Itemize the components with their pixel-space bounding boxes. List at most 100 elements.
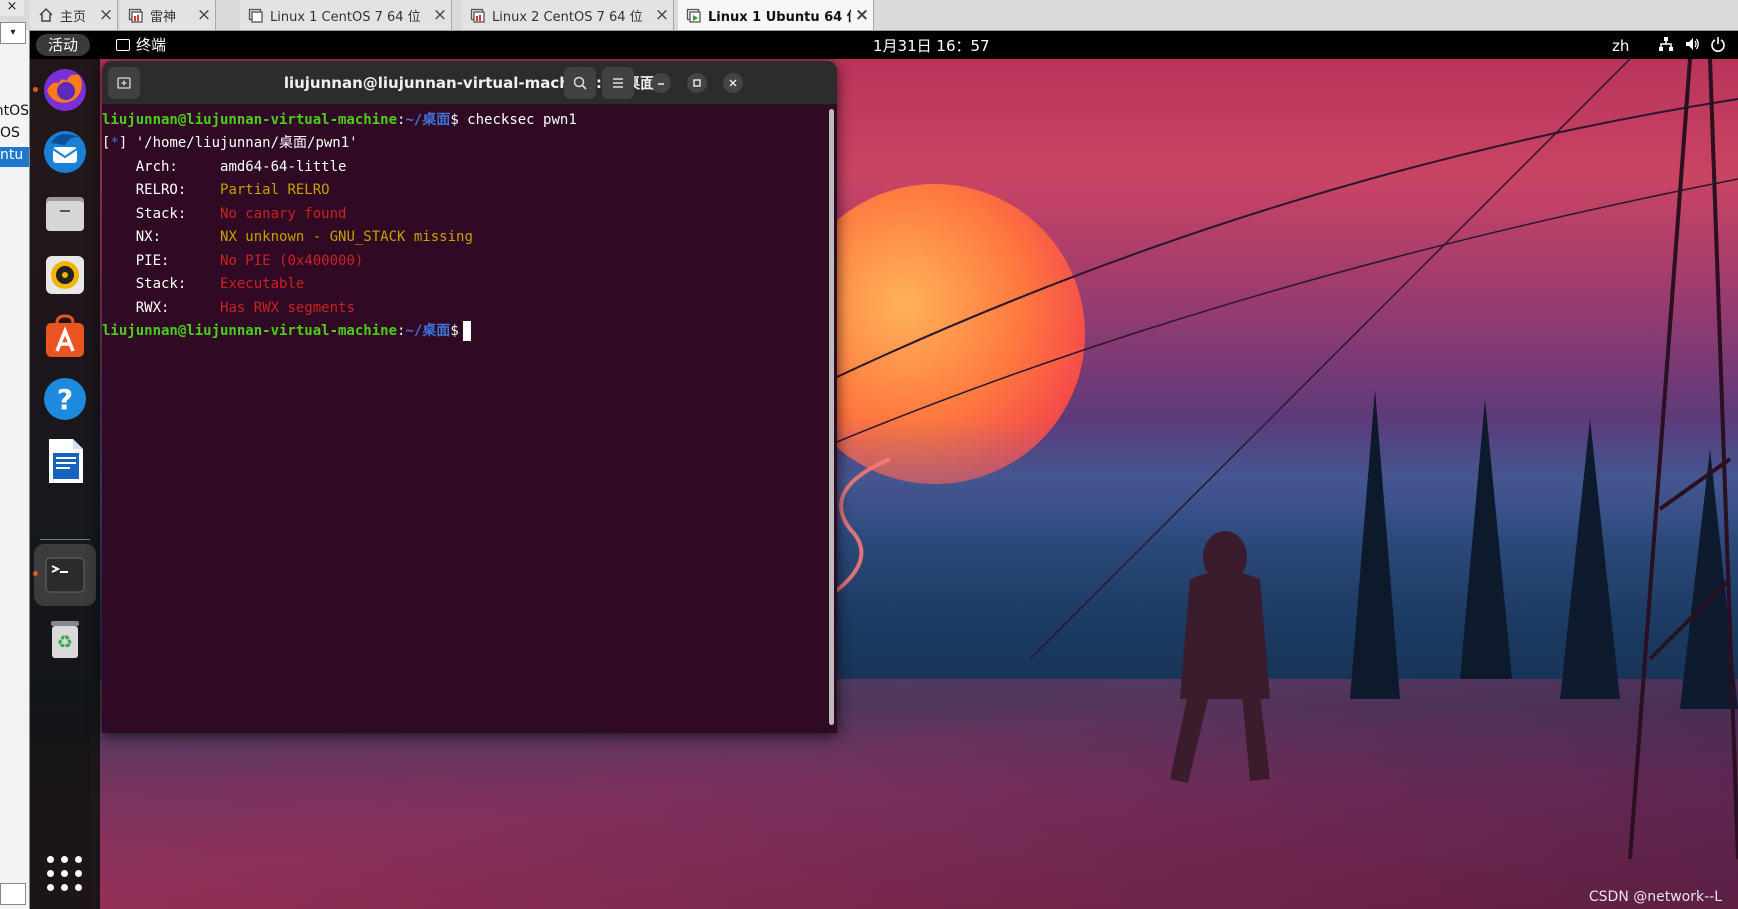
terminal-output[interactable]: liujunnan@liujunnan-virtual-machine:~/桌面… [102,105,827,733]
vm-icon [686,7,702,23]
csdn-watermark: CSDN @network--L [1588,889,1722,905]
maximize-button[interactable] [687,73,707,93]
maximize-icon [693,79,701,87]
files-icon[interactable] [39,187,91,239]
new-tab-button[interactable] [108,67,140,99]
search-button[interactable] [564,67,596,99]
menu-button[interactable] [602,67,634,99]
ubuntu-software-icon[interactable] [39,311,91,363]
check-row-rwx: RWX: Has RWX segments [102,297,355,319]
tab-linux1-ubuntu[interactable]: Linux 1 Ubuntu 64 位 × [678,0,874,30]
svg-text:♻: ♻ [57,632,73,653]
check-row-relro: RELRO: Partial RELRO [102,179,330,201]
terminal-header-bar[interactable]: liujunnan@liujunnan-virtual-machine: ~/桌… [102,61,837,105]
tab-linux1-centos[interactable]: Linux 1 CentOS 7 64 位 × [240,0,452,30]
activities-button[interactable]: 活动 [36,34,91,56]
close-icon[interactable]: × [95,5,117,25]
dock-separator [40,539,90,540]
prompt-user: liujunnan@liujunnan-virtual-machine [102,323,398,339]
check-key: PIE: [102,253,221,269]
check-value: No PIE (0x400000) [220,253,364,269]
running-indicator [33,571,38,576]
help-icon[interactable]: ? [39,373,91,425]
terminal-icon[interactable] [39,549,91,601]
show-applications-button[interactable] [47,856,83,892]
check-row-stack: Stack: No canary found [102,203,347,225]
check-key: Stack: [102,276,221,292]
clock[interactable]: 1月31日 16：57 [873,35,990,57]
terminal-icon [116,39,130,51]
close-button[interactable] [723,73,743,93]
tab-label: Linux 2 CentOS 7 64 位 [492,9,643,25]
terminal-window[interactable]: liujunnan@liujunnan-virtual-machine: ~/桌… [102,61,837,733]
binary-path: '/home/liujunnan/桌面/pwn1' [135,135,358,151]
writer-icon[interactable] [39,435,91,487]
tab-home[interactable]: 主页 × [30,0,118,30]
prompt-line: liujunnan@liujunnan-virtual-machine:~/桌面… [102,109,577,131]
library-footer-box [0,883,26,905]
dock: ? ♻ [30,59,100,909]
app-menu-label: 终端 [136,36,167,54]
search-icon [573,76,587,90]
network-icon [1658,36,1674,56]
library-item-centos[interactable]: CentOS [0,103,29,123]
vm-close-button[interactable]: × [0,0,24,16]
check-row-arch: Arch: amd64-64-little [102,156,347,178]
text-cursor [462,321,471,341]
minimize-button[interactable] [651,73,671,93]
vm-icon [470,7,486,23]
library-dropdown[interactable]: ▾ [0,22,26,44]
check-key: Stack: [102,206,221,222]
library-item-os[interactable]: OS [0,125,29,145]
check-value: Executable [220,276,305,292]
volume-icon [1684,36,1700,56]
check-key: Arch: [102,159,221,175]
gnome-top-bar: 活动 终端 1月31日 16：57 zh [30,31,1738,59]
firefox-icon[interactable] [39,63,91,115]
close-icon[interactable]: × [193,5,215,25]
tab-label: 主页 [60,9,87,25]
prompt-line-current[interactable]: liujunnan@liujunnan-virtual-machine:~/桌面… [102,320,471,342]
tab-label: Linux 1 CentOS 7 64 位 [270,9,421,25]
close-icon[interactable]: × [429,5,451,25]
info-star: * [110,135,119,151]
terminal-scrollbar[interactable] [829,109,834,725]
tab-leishen[interactable]: 雷神 × [120,0,216,30]
trash-icon[interactable]: ♻ [39,613,91,665]
prompt-path: ~/桌面 [405,112,451,128]
svg-text:?: ? [57,383,73,416]
check-value: NX unknown - GNU_STACK missing [220,229,473,245]
check-key: NX: [102,229,221,245]
vm-icon [248,7,264,23]
library-item-ubuntu[interactable]: ntu [0,147,29,167]
vm-tab-bar: × 主页 × 雷神 × Linux 1 CentOS 7 64 位 × Linu… [0,0,1738,31]
home-icon [38,7,54,23]
prompt-dollar: $ [450,112,459,128]
system-menu[interactable] [1658,35,1726,57]
check-row-stack-exec: Stack: Executable [102,273,305,295]
prompt-dollar: $ [450,323,459,339]
output-path-line: [*] '/home/liujunnan/桌面/pwn1' [102,132,358,154]
tab-label: Linux 1 Ubuntu 64 位 [708,9,851,25]
check-value: Has RWX segments [220,300,355,316]
prompt-user: liujunnan@liujunnan-virtual-machine [102,112,398,128]
close-icon[interactable]: × [851,5,873,25]
thunderbird-icon[interactable] [39,125,91,177]
app-menu[interactable]: 终端 [116,34,166,56]
rhythmbox-icon[interactable] [39,249,91,301]
input-method-indicator[interactable]: zh [1612,35,1629,57]
vm-library-panel: ▾ CentOS OS ntu [0,22,30,909]
hamburger-icon [613,78,623,88]
tab-linux2-centos[interactable]: Linux 2 CentOS 7 64 位 × [462,0,674,30]
vm-icon [128,7,144,23]
check-value: Partial RELRO [220,182,330,198]
bracket-close: ] [118,135,136,151]
close-icon[interactable]: × [651,5,673,25]
minimize-icon [658,83,664,85]
running-indicator [33,87,38,92]
tab-label: 雷神 [150,9,177,25]
power-icon [1710,36,1726,56]
check-key: RELRO: [102,182,221,198]
check-row-pie: PIE: No PIE (0x400000) [102,250,364,272]
command-text: checksec pwn1 [458,112,577,128]
